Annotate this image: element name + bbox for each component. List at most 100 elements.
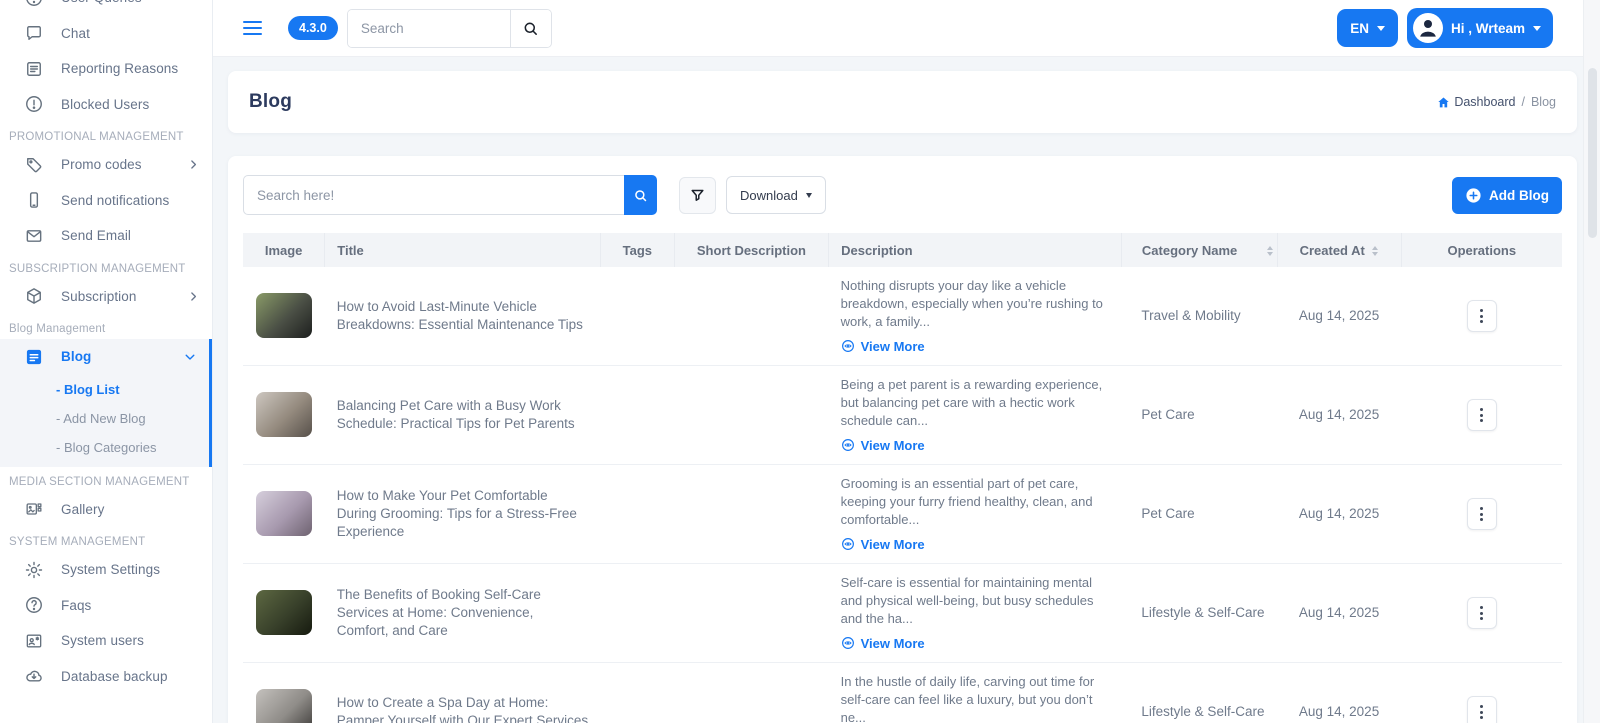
sidebar-item-chat[interactable]: Chat bbox=[0, 16, 212, 52]
home-icon bbox=[1437, 96, 1450, 109]
operations-cell bbox=[1401, 563, 1562, 662]
view-more-link[interactable]: View More bbox=[841, 536, 1110, 553]
download-dropdown[interactable]: Download bbox=[726, 176, 826, 214]
breadcrumb-dashboard-link[interactable]: Dashboard bbox=[1437, 95, 1515, 109]
view-more-link[interactable]: View More bbox=[841, 635, 1110, 652]
view-more-link[interactable]: View More bbox=[841, 437, 1110, 454]
sidebar-item-send-notifications[interactable]: Send notifications bbox=[0, 183, 212, 219]
table-search bbox=[243, 175, 657, 215]
chevron-right-icon bbox=[187, 290, 200, 303]
add-blog-button[interactable]: Add Blog bbox=[1452, 177, 1562, 214]
blog-table: Image Title Tags Short Description Descr… bbox=[243, 233, 1562, 723]
plus-circle-icon bbox=[1465, 187, 1482, 204]
sort-icon[interactable] bbox=[1267, 246, 1273, 256]
sidebar-item-promo-codes[interactable]: Promo codes bbox=[0, 147, 212, 183]
sidebar-item-reporting-reasons[interactable]: Reporting Reasons bbox=[0, 51, 212, 87]
search-icon bbox=[522, 20, 539, 37]
sidebar-item-label: Database backup bbox=[61, 669, 200, 684]
blog-category: Pet Care bbox=[1121, 464, 1277, 563]
blog-thumbnail bbox=[256, 392, 312, 437]
image-cell bbox=[243, 365, 325, 464]
sidebar-item-label: System users bbox=[61, 633, 200, 648]
language-dropdown[interactable]: EN bbox=[1337, 9, 1398, 47]
blog-title: The Benefits of Booking Self-Care Servic… bbox=[325, 563, 601, 662]
blog-thumbnail bbox=[256, 590, 312, 635]
sidebar-item-system-users[interactable]: System users bbox=[0, 623, 212, 659]
blog-created-at: Aug 14, 2025 bbox=[1277, 563, 1401, 662]
phone-icon bbox=[24, 190, 44, 210]
sidebar-item-label: System Settings bbox=[61, 562, 200, 577]
sidebar-section-promotional-management: PROMOTIONAL MANAGEMENT bbox=[0, 122, 212, 147]
chevron-down-icon bbox=[183, 350, 197, 364]
eye-circle-icon bbox=[841, 537, 855, 551]
sidebar-item-gallery[interactable]: Gallery bbox=[0, 492, 212, 528]
topbar-search-button[interactable] bbox=[510, 10, 551, 47]
sidebar-item-subscription[interactable]: Subscription bbox=[0, 279, 212, 315]
operations-cell bbox=[1401, 662, 1562, 723]
row-actions-button[interactable] bbox=[1467, 498, 1497, 530]
sidebar-section-system-management: SYSTEM MANAGEMENT bbox=[0, 527, 212, 552]
topbar-search bbox=[347, 9, 552, 48]
operations-cell bbox=[1401, 464, 1562, 563]
image-cell bbox=[243, 563, 325, 662]
eye-circle-icon bbox=[841, 438, 855, 452]
sidebar-item-blog[interactable]: Blog bbox=[0, 339, 209, 375]
table-search-button[interactable] bbox=[624, 175, 657, 215]
scrollbar-thumb[interactable] bbox=[1588, 68, 1597, 238]
blog-description: Grooming is an essential part of pet car… bbox=[841, 475, 1110, 529]
sidebar-item-faqs[interactable]: Faqs bbox=[0, 588, 212, 624]
blog-tags bbox=[600, 365, 674, 464]
table-toolbar: Download Add Blog bbox=[243, 175, 1562, 215]
breadcrumb: Dashboard / Blog bbox=[1437, 95, 1556, 109]
sort-icon[interactable] bbox=[1372, 246, 1378, 256]
sidebar-item-label: Blog bbox=[61, 349, 183, 364]
table-search-input[interactable] bbox=[243, 175, 624, 215]
blog-description: In the hustle of daily life, carving out… bbox=[841, 673, 1110, 723]
language-label: EN bbox=[1350, 21, 1369, 36]
menu-toggle-icon[interactable] bbox=[243, 21, 262, 36]
search-icon bbox=[633, 188, 648, 203]
column-header-created-at[interactable]: Created At bbox=[1277, 233, 1401, 267]
user-greeting: Hi , Wrteam bbox=[1451, 21, 1525, 36]
page-scrollbar[interactable] bbox=[1583, 0, 1600, 723]
blog-created-at: Aug 14, 2025 bbox=[1277, 662, 1401, 723]
blog-created-at: Aug 14, 2025 bbox=[1277, 267, 1401, 365]
blog-title: How to Make Your Pet Comfortable During … bbox=[325, 464, 601, 563]
row-actions-button[interactable] bbox=[1467, 597, 1497, 629]
sidebar-section-media-section-management: MEDIA SECTION MANAGEMENT bbox=[0, 467, 212, 492]
filter-button[interactable] bbox=[679, 177, 716, 214]
sidebar-item-database-backup[interactable]: Database backup bbox=[0, 659, 212, 695]
blog-short-description bbox=[674, 662, 828, 723]
sidebar-subitem-blog-list[interactable]: - Blog List bbox=[0, 375, 209, 404]
blog-description: Self-care is essential for maintaining m… bbox=[841, 574, 1110, 628]
topbar-search-input[interactable] bbox=[348, 10, 510, 47]
row-actions-button[interactable] bbox=[1467, 300, 1497, 332]
sidebar-item-system-settings[interactable]: System Settings bbox=[0, 552, 212, 588]
view-more-link[interactable]: View More bbox=[841, 338, 1110, 355]
description-cell: Grooming is an essential part of pet car… bbox=[829, 464, 1122, 563]
sidebar-item-user-queries[interactable]: User Queries bbox=[0, 0, 212, 16]
sidebar: User Queries Chat Reporting ReasonsBlocked… bbox=[0, 0, 213, 723]
table-row: How to Avoid Last-Minute Vehicle Breakdo… bbox=[243, 267, 1562, 365]
column-header-short-description: Short Description bbox=[674, 233, 828, 267]
user-menu[interactable]: Hi , Wrteam bbox=[1407, 8, 1553, 48]
blog-icon bbox=[24, 347, 44, 367]
blog-title: How to Create a Spa Day at Home: Pamper … bbox=[325, 662, 601, 723]
image-cell bbox=[243, 662, 325, 723]
blog-created-at: Aug 14, 2025 bbox=[1277, 464, 1401, 563]
blog-category: Lifestyle & Self-Care bbox=[1121, 563, 1277, 662]
sidebar-item-label: Chat bbox=[61, 26, 200, 41]
sidebar-subitem-add-new-blog[interactable]: - Add New Blog bbox=[0, 404, 209, 433]
blog-thumbnail bbox=[256, 491, 312, 536]
row-actions-button[interactable] bbox=[1467, 399, 1497, 431]
blog-category: Travel & Mobility bbox=[1121, 267, 1277, 365]
blog-title: Balancing Pet Care with a Busy Work Sche… bbox=[325, 365, 601, 464]
row-actions-button[interactable] bbox=[1467, 696, 1497, 723]
gear-icon bbox=[24, 560, 44, 580]
sidebar-item-send-email[interactable]: Send Email bbox=[0, 218, 212, 254]
column-header-category-name[interactable]: Category Name bbox=[1121, 233, 1277, 267]
description-cell: Nothing disrupts your day like a vehicle… bbox=[829, 267, 1122, 365]
blog-title: How to Avoid Last-Minute Vehicle Breakdo… bbox=[325, 267, 601, 365]
sidebar-subitem-blog-categories[interactable]: - Blog Categories bbox=[0, 433, 209, 462]
sidebar-item-blocked-users[interactable]: Blocked Users bbox=[0, 87, 212, 123]
